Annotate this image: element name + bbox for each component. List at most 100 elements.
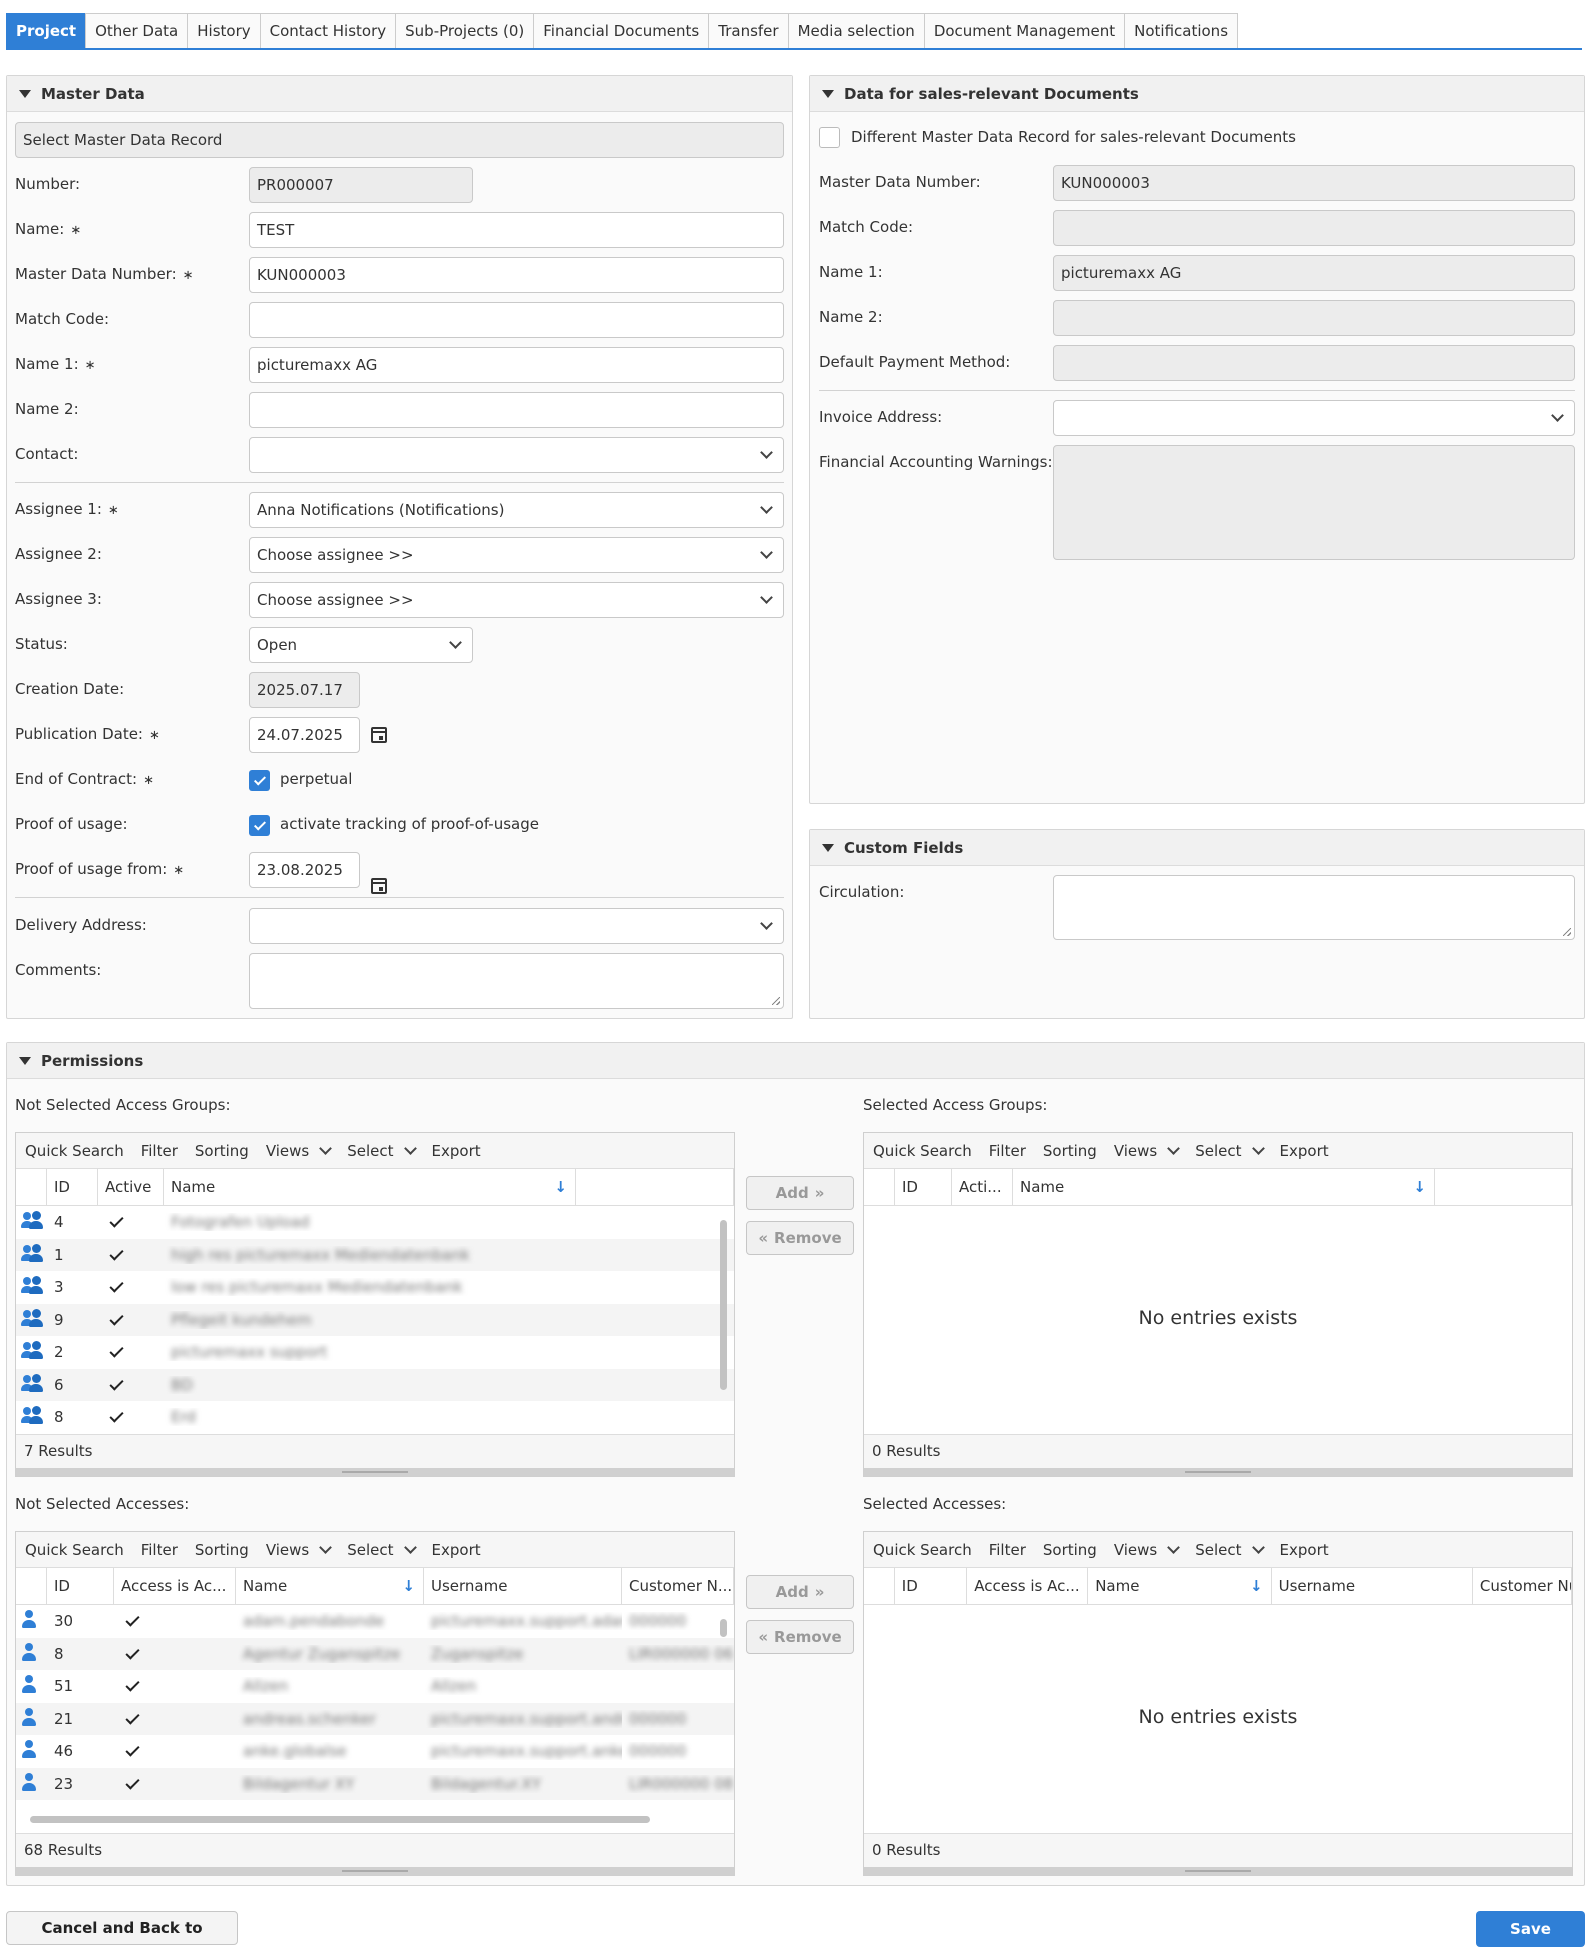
circulation-textarea[interactable] xyxy=(1053,875,1575,940)
table-row[interactable]: 9 Pflegeit kundehem xyxy=(16,1303,734,1336)
vertical-scrollbar[interactable] xyxy=(718,1609,728,1829)
grid-resize-bar[interactable] xyxy=(864,1468,1572,1476)
table-row[interactable]: 46 anke.globalse picturemaxx.support.anke 0… xyxy=(16,1735,734,1768)
filter-button[interactable]: Filter xyxy=(989,1142,1026,1160)
contact-select[interactable] xyxy=(249,437,784,473)
remove-accesses-button[interactable]: « Remove xyxy=(746,1620,854,1654)
sort-desc-icon[interactable]: ↓ xyxy=(402,1568,415,1604)
views-dropdown[interactable]: Views xyxy=(266,1541,330,1559)
table-row[interactable]: 23 Bildagentur XY Bildagentur.XY LIR000000 … xyxy=(16,1767,734,1800)
horizontal-scrollbar[interactable] xyxy=(20,1814,704,1824)
tab-transfer[interactable]: Transfer xyxy=(708,13,789,48)
views-dropdown[interactable]: Views xyxy=(266,1142,330,1160)
filter-button[interactable]: Filter xyxy=(989,1541,1026,1559)
sales-name-2-input[interactable] xyxy=(1053,300,1575,336)
save-button[interactable]: Save xyxy=(1476,1911,1585,1947)
filter-button[interactable]: Filter xyxy=(141,1142,178,1160)
grid-resize-bar[interactable] xyxy=(16,1867,734,1875)
column-header-id[interactable]: ID xyxy=(47,1568,114,1604)
filter-button[interactable]: Filter xyxy=(141,1541,178,1559)
assignee-3-select[interactable]: Choose assignee >> xyxy=(249,582,784,618)
remove-groups-button[interactable]: « Remove xyxy=(746,1221,854,1255)
table-row[interactable]: 2 picturemaxx support xyxy=(16,1336,734,1369)
permissions-header[interactable]: Permissions xyxy=(7,1043,1584,1079)
delivery-address-select[interactable] xyxy=(249,908,784,944)
tab-contact-history[interactable]: Contact History xyxy=(259,13,397,48)
comments-input[interactable] xyxy=(249,953,784,1009)
table-row[interactable]: 8 Agentur Zuganspitze Zuganspitze LIR000000… xyxy=(16,1637,734,1670)
column-header-extra[interactable] xyxy=(1435,1169,1572,1205)
table-row[interactable]: 30 adam.pendabonde picturemaxx.support.ada… xyxy=(16,1605,734,1638)
column-header-customer[interactable]: Customer Nu xyxy=(1473,1568,1573,1604)
views-dropdown[interactable]: Views xyxy=(1114,1142,1178,1160)
add-groups-button[interactable]: Add » xyxy=(746,1176,854,1210)
column-header-customer[interactable]: Customer N... xyxy=(622,1568,734,1604)
match-code-input[interactable] xyxy=(249,302,784,338)
cancel-button[interactable]: Cancel and Back to Overview xyxy=(6,1911,238,1945)
column-header-username[interactable]: Username xyxy=(1272,1568,1473,1604)
table-row[interactable]: 51 Allzen Allzen xyxy=(16,1670,734,1703)
select-dropdown[interactable]: Select xyxy=(347,1541,414,1559)
assignee-2-select[interactable]: Choose assignee >> xyxy=(249,537,784,573)
tab-project[interactable]: Project xyxy=(6,13,87,48)
sorting-button[interactable]: Sorting xyxy=(1043,1541,1097,1559)
resize-handle-icon[interactable] xyxy=(772,997,780,1005)
creation-date-input[interactable]: 2025.07.17 xyxy=(249,672,360,708)
column-header-active[interactable]: Access is Ac... xyxy=(967,1568,1089,1604)
table-row[interactable]: 1 high res picturemaxx Mediendatenbank xyxy=(16,1238,734,1271)
column-header-icon[interactable] xyxy=(864,1169,895,1205)
column-header-name[interactable]: Name ↓ xyxy=(236,1568,424,1604)
column-header-icon[interactable] xyxy=(16,1568,47,1604)
master-data-number-input[interactable]: KUN000003 xyxy=(249,257,784,293)
calendar-icon[interactable] xyxy=(371,727,387,743)
sort-desc-icon[interactable]: ↓ xyxy=(1413,1169,1426,1205)
resize-handle-icon[interactable] xyxy=(1563,928,1571,936)
quick-search-button[interactable]: Quick Search xyxy=(25,1541,124,1559)
name-1-input[interactable]: picturemaxx AG xyxy=(249,347,784,383)
table-row[interactable]: 3 low res picturemaxx Mediendatenbank xyxy=(16,1271,734,1304)
quick-search-button[interactable]: Quick Search xyxy=(25,1142,124,1160)
select-master-data-record-button[interactable]: Select Master Data Record xyxy=(15,122,784,158)
sales-master-data-number-input[interactable]: KUN000003 xyxy=(1053,165,1575,201)
column-header-name[interactable]: Name ↓ xyxy=(164,1169,576,1205)
tab-sub-projects-0[interactable]: Sub-Projects (0) xyxy=(395,13,535,48)
table-row[interactable]: 6 BD xyxy=(16,1368,734,1401)
grid-resize-bar[interactable] xyxy=(864,1867,1572,1875)
tab-history[interactable]: History xyxy=(187,13,261,48)
add-accesses-button[interactable]: Add » xyxy=(746,1575,854,1609)
quick-search-button[interactable]: Quick Search xyxy=(873,1541,972,1559)
sorting-button[interactable]: Sorting xyxy=(1043,1142,1097,1160)
select-dropdown[interactable]: Select xyxy=(1195,1142,1262,1160)
grid-resize-bar[interactable] xyxy=(16,1468,734,1476)
vertical-scrollbar[interactable] xyxy=(718,1210,728,1430)
column-header-active[interactable]: Active xyxy=(98,1169,164,1205)
table-row[interactable]: 8 Erd xyxy=(16,1401,734,1434)
table-row[interactable]: 21 andreas.schenker picturemaxx.support.an… xyxy=(16,1702,734,1735)
export-button[interactable]: Export xyxy=(432,1142,481,1160)
sort-desc-icon[interactable]: ↓ xyxy=(1250,1568,1263,1604)
column-header-id[interactable]: ID xyxy=(895,1568,968,1604)
tab-financial-documents[interactable]: Financial Documents xyxy=(533,13,710,48)
export-button[interactable]: Export xyxy=(1280,1541,1329,1559)
column-header-id[interactable]: ID xyxy=(895,1169,952,1205)
default-payment-method-input[interactable] xyxy=(1053,345,1575,381)
invoice-address-select[interactable] xyxy=(1053,400,1575,436)
master-data-header[interactable]: Master Data xyxy=(7,76,792,112)
column-header-name[interactable]: Name ↓ xyxy=(1013,1169,1435,1205)
column-header-active[interactable]: Acti... xyxy=(952,1169,1013,1205)
select-dropdown[interactable]: Select xyxy=(347,1142,414,1160)
proof-of-usage-checkbox[interactable] xyxy=(249,815,270,836)
export-button[interactable]: Export xyxy=(1280,1142,1329,1160)
publication-date-input[interactable]: 24.07.2025 xyxy=(249,717,360,753)
sales-data-header[interactable]: Data for sales-relevant Documents xyxy=(810,76,1584,112)
sales-match-code-input[interactable] xyxy=(1053,210,1575,246)
column-header-username[interactable]: Username xyxy=(424,1568,622,1604)
status-select[interactable]: Open xyxy=(249,627,473,663)
column-header-icon[interactable] xyxy=(16,1169,47,1205)
column-header-name[interactable]: Name ↓ xyxy=(1088,1568,1272,1604)
select-dropdown[interactable]: Select xyxy=(1195,1541,1262,1559)
views-dropdown[interactable]: Views xyxy=(1114,1541,1178,1559)
name-2-input[interactable] xyxy=(249,392,784,428)
sort-desc-icon[interactable]: ↓ xyxy=(554,1169,567,1205)
column-header-active[interactable]: Access is Ac... xyxy=(114,1568,236,1604)
